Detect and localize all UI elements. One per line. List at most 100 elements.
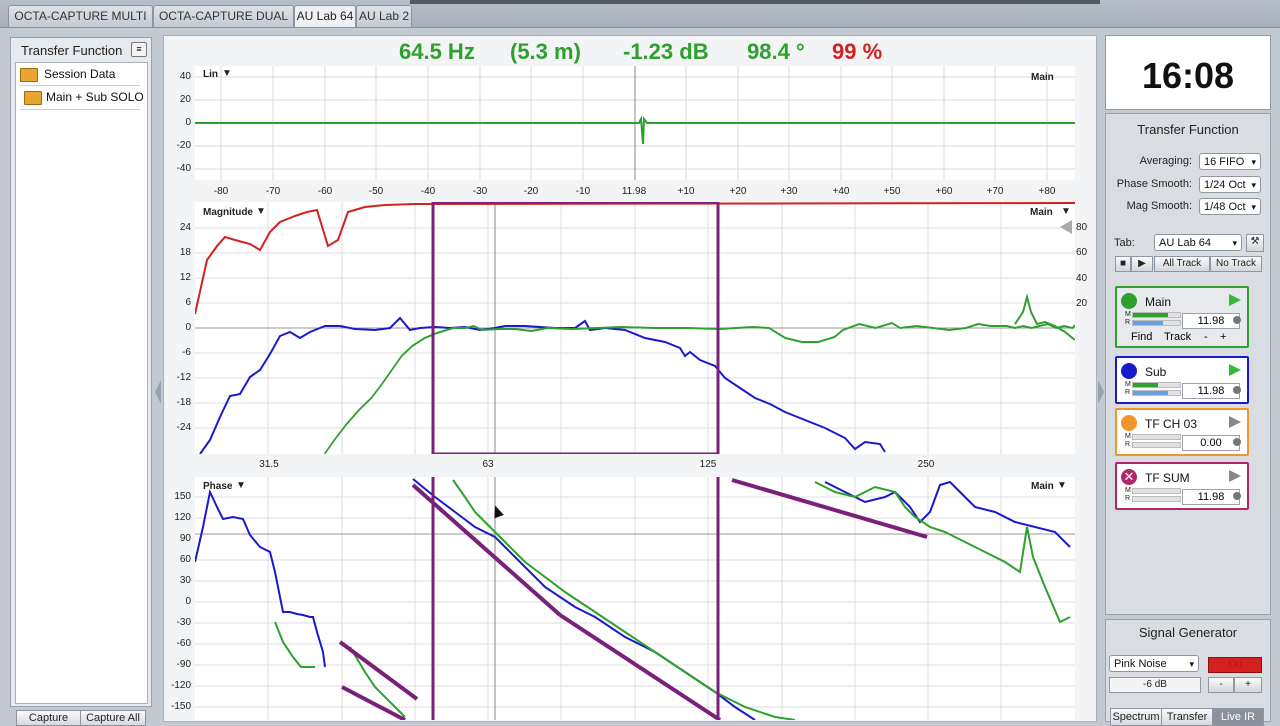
knob-icon[interactable]	[1233, 386, 1241, 394]
magnitude-ytick: -12	[176, 372, 191, 383]
level-meter	[1132, 442, 1181, 448]
phase-ytick: 120	[174, 512, 191, 523]
play-icon[interactable]	[1229, 416, 1241, 428]
signal-on-button[interactable]: On	[1208, 657, 1262, 673]
impulse-xtick: -30	[472, 186, 488, 197]
folder-icon	[20, 68, 38, 82]
sub-color-icon[interactable]	[1121, 363, 1137, 379]
main-color-icon[interactable]	[1121, 293, 1137, 309]
phase-main-label: Main	[1031, 481, 1054, 492]
tab-spectrum[interactable]: Spectrum	[1110, 708, 1162, 726]
signal-type-select[interactable]: Pink Noise ▾	[1109, 655, 1199, 672]
coherence-ytick: 20	[1076, 298, 1088, 309]
track-main[interactable]: Main M R 11.98 Find Track - +	[1115, 286, 1249, 348]
knob-icon[interactable]	[1233, 316, 1241, 324]
signal-generator-panel: Signal Generator Pink Noise ▾ On -6 dB - …	[1105, 619, 1271, 726]
chevron-down-icon[interactable]: ▼	[1057, 480, 1067, 491]
track-sub[interactable]: Sub M R 11.98	[1115, 356, 1249, 404]
tab-select[interactable]: AU Lab 64 ▾	[1154, 234, 1242, 251]
level-plus-button[interactable]: +	[1234, 677, 1262, 693]
level-meter	[1132, 320, 1181, 326]
level-meter	[1132, 390, 1181, 396]
plus-button[interactable]: +	[1220, 331, 1226, 343]
signal-level-field[interactable]: -6 dB	[1109, 677, 1201, 693]
play-icon[interactable]	[1229, 294, 1241, 306]
track-tf-sum[interactable]: ✕ TF SUM M R 11.98	[1115, 462, 1249, 510]
stop-icon[interactable]: ■	[1115, 256, 1131, 272]
impulse-xtick: +70	[986, 186, 1004, 197]
phase-graph	[195, 477, 1075, 720]
magnitude-ytick: 12	[179, 272, 191, 283]
tab-transfer[interactable]: Transfer	[1161, 708, 1213, 726]
tf-ch-03-color-icon[interactable]	[1121, 415, 1137, 431]
track-name: TF CH 03	[1145, 417, 1198, 431]
magnitude-scale-label[interactable]: Magnitude	[203, 207, 253, 218]
list-item-session-data[interactable]: Session Data	[16, 63, 147, 85]
impulse-xtick: +10	[677, 186, 695, 197]
phase-ytick: 90	[179, 533, 191, 544]
chevron-down-icon[interactable]: ▼	[222, 68, 232, 79]
play-icon[interactable]: ▶	[1131, 256, 1153, 272]
capture-button[interactable]: Capture	[16, 710, 81, 726]
chevron-down-icon[interactable]: ▼	[256, 206, 266, 217]
tab-octa-capture-multi[interactable]: OCTA-CAPTURE MULTI	[8, 5, 153, 27]
minus-button[interactable]: -	[1204, 331, 1208, 343]
folder-icon	[24, 91, 42, 105]
phase-ytick: 60	[179, 554, 191, 565]
magnitude-ytick: -6	[182, 347, 191, 358]
impulse-scale-label[interactable]: Lin	[203, 69, 218, 80]
sum-close-icon[interactable]: ✕	[1121, 469, 1137, 485]
collapse-left-icon[interactable]	[155, 380, 161, 404]
level-minus-button[interactable]: -	[1208, 677, 1234, 693]
coherence-readout: 99 %	[832, 39, 883, 64]
phase-ytick: -120	[170, 680, 191, 691]
magnitude-ytick: 24	[179, 222, 191, 233]
magnitude-xtick: 63	[482, 459, 494, 470]
knob-icon[interactable]	[1233, 492, 1241, 500]
list-item-main-sub-solo[interactable]: Main + Sub SOLO	[16, 86, 147, 108]
phase-smooth-select[interactable]: 1/24 Oct ▾	[1199, 176, 1261, 193]
tab-au-lab-2[interactable]: AU Lab 2	[356, 5, 412, 27]
mag-smooth-select[interactable]: 1/48 Oct ▾	[1199, 198, 1261, 215]
impulse-plot[interactable]: Lin ▼ Main	[195, 66, 1075, 180]
track-name: TF SUM	[1145, 471, 1190, 485]
tab-octa-capture-dual[interactable]: OCTA-CAPTURE DUAL	[153, 5, 294, 27]
delay-value[interactable]: 11.98	[1182, 489, 1240, 505]
tab-au-lab-64[interactable]: AU Lab 64	[294, 5, 356, 27]
coherence-marker-icon[interactable]	[1060, 220, 1072, 234]
session-list: Session Data Main + Sub SOLO	[15, 62, 148, 704]
chevron-down-icon[interactable]: ▼	[236, 480, 246, 491]
magnitude-ytick: 6	[185, 297, 191, 308]
phase-plot[interactable]: Phase ▼ Main ▼	[195, 477, 1075, 720]
no-track-button[interactable]: No Track	[1210, 256, 1262, 272]
delay-value[interactable]: 0.00	[1182, 435, 1240, 451]
magnitude-plot[interactable]: Magnitude ▼ Main ▼	[195, 202, 1075, 454]
track-button[interactable]: Track	[1164, 331, 1191, 343]
chevron-down-icon[interactable]: ▼	[1061, 206, 1071, 217]
capture-all-button[interactable]: Capture All	[80, 710, 146, 726]
impulse-ytick: -20	[176, 140, 191, 151]
knob-icon[interactable]	[1233, 438, 1241, 446]
averaging-select[interactable]: 16 FIFO ▾	[1199, 153, 1261, 170]
delay-value[interactable]: 11.98	[1182, 313, 1240, 329]
track-name: Sub	[1145, 365, 1167, 379]
chevron-down-icon: ▾	[1251, 180, 1256, 190]
tab-live-ir[interactable]: Live IR	[1212, 708, 1264, 726]
collapse-right-icon[interactable]	[1098, 380, 1104, 404]
impulse-xtick: 11.98	[621, 186, 647, 197]
play-icon[interactable]	[1229, 470, 1241, 482]
impulse-xtick: +30	[780, 186, 798, 197]
delay-value[interactable]: 11.98	[1182, 383, 1240, 399]
impulse-ytick: 0	[185, 117, 191, 128]
magnitude-xtick: 31.5	[259, 459, 279, 470]
track-tf-ch-03[interactable]: TF CH 03 M R 0.00	[1115, 408, 1249, 456]
phase-scale-label[interactable]: Phase	[203, 481, 232, 492]
all-track-button[interactable]: All Track	[1154, 256, 1210, 272]
phase-smooth-label: Phase Smooth:	[1116, 178, 1192, 190]
find-button[interactable]: Find	[1131, 331, 1152, 343]
magnitude-ytick: 0	[185, 322, 191, 333]
tools-icon[interactable]: ⚒	[1246, 234, 1264, 252]
play-icon[interactable]	[1229, 364, 1241, 376]
impulse-xtick: +40	[832, 186, 850, 197]
menu-icon[interactable]: ≡	[131, 42, 147, 57]
